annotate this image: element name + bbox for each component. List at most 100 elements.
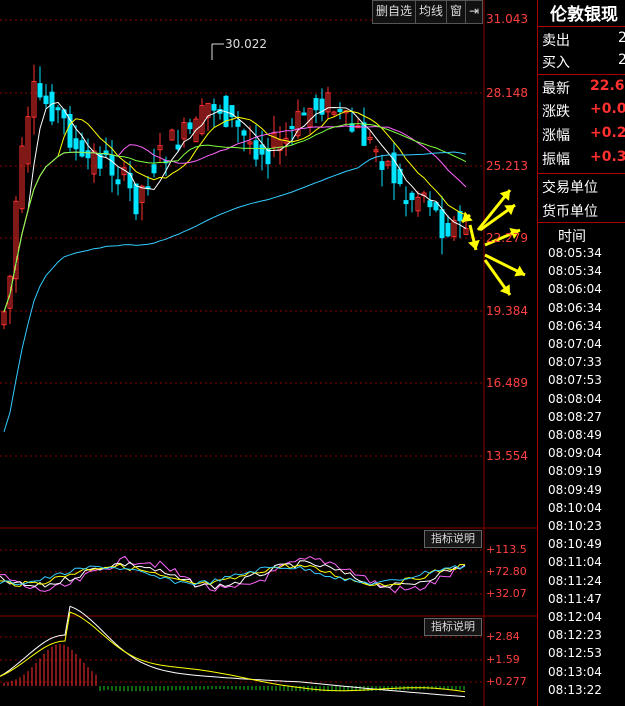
candle-body	[259, 144, 265, 155]
change-row: 涨跌 +0.0	[542, 101, 625, 121]
macd-dea-line	[0, 611, 466, 693]
tick-time: 08:11:47	[548, 591, 602, 606]
candle-body	[391, 152, 397, 184]
tick-time: 08:07:53	[548, 373, 602, 388]
indicator-help-button[interactable]: 指标说明	[424, 530, 482, 548]
price-tick: 13.554	[486, 449, 528, 463]
buy-value: 2	[618, 52, 625, 68]
ma20-line	[3, 125, 467, 312]
chart-toolbar: 删自选 均线 窗 ⇥	[372, 0, 484, 24]
change-label: 涨跌	[542, 104, 570, 120]
price-tick: 28.148	[486, 86, 528, 100]
candle-body	[115, 179, 121, 185]
quote-panel: 伦敦银现 卖出 2 买入 2 最新 22.6 涨跌 +0.0 涨幅 +0.2 振…	[537, 0, 625, 706]
sell-label: 卖出	[542, 33, 570, 49]
candle-body	[151, 164, 157, 174]
currency-unit-label: 货币单位	[542, 204, 598, 220]
tick-time: 08:13:04	[548, 664, 602, 679]
indicator2-tick: +1.59	[486, 653, 520, 666]
tick-time: 08:10:49	[548, 537, 602, 552]
tick-time: 08:07:04	[548, 337, 602, 351]
candle-body	[79, 140, 85, 157]
candle-body	[133, 183, 139, 215]
tick-time: 08:06:34	[548, 300, 602, 315]
buy-label: 买入	[542, 55, 570, 71]
indicator1-tick: +72.80	[486, 565, 527, 578]
candle-body	[187, 122, 193, 130]
sell-value: 2	[618, 30, 625, 46]
candle-body	[289, 126, 295, 130]
ma10-line	[3, 110, 467, 312]
candle-body	[265, 148, 271, 165]
high-price-marker: 30.022	[225, 37, 267, 51]
candle-body	[241, 130, 247, 136]
tick-time: 08:12:23	[548, 628, 602, 643]
kline-chart[interactable]	[0, 0, 537, 706]
divider	[538, 222, 625, 223]
change-value: +0.0	[590, 101, 625, 117]
candle-body	[43, 95, 49, 105]
price-tick: 16.489	[486, 376, 528, 390]
amplitude-label: 振幅	[542, 152, 570, 168]
candle-body	[445, 222, 451, 237]
candle-body	[37, 83, 43, 98]
price-tick: 19.384	[486, 304, 528, 318]
ma5-line	[3, 101, 467, 312]
instrument-title: 伦敦银现	[550, 5, 618, 25]
tick-time: 08:08:49	[548, 428, 602, 442]
window-button[interactable]: 窗	[447, 1, 467, 23]
indicator2-tick: +2.84	[486, 630, 520, 643]
price-tick: 31.043	[486, 12, 528, 26]
tick-time: 08:13:22	[548, 682, 602, 697]
delete-favorite-button[interactable]: 删自选	[373, 1, 417, 23]
buy-row: 买入 2	[542, 52, 625, 72]
tick-time: 08:11:04	[548, 555, 602, 570]
candle-body	[211, 104, 217, 111]
tick-time: 08:09:19	[548, 464, 602, 479]
tick-time: 08:09:49	[548, 482, 602, 497]
tick-time: 08:12:53	[548, 646, 602, 661]
annotation-arrowhead	[462, 211, 473, 222]
latest-value: 22.6	[590, 78, 625, 94]
candle-body	[55, 107, 61, 111]
latest-row: 最新 22.6	[542, 78, 625, 98]
candle-body	[313, 98, 319, 111]
tick-time: 08:10:23	[548, 519, 602, 533]
divider	[538, 26, 625, 27]
latest-label: 最新	[542, 81, 570, 97]
candle-body	[427, 200, 433, 208]
ma-line-button[interactable]: 均线	[416, 1, 448, 23]
tick-time: 08:09:04	[548, 446, 602, 461]
candle-body	[409, 192, 415, 201]
candle-body	[49, 91, 55, 122]
kdj-extra-line	[0, 565, 466, 586]
tick-time: 08:10:04	[548, 500, 602, 515]
ma30-line	[3, 122, 467, 312]
candle-body	[439, 209, 445, 239]
ma60-line	[3, 151, 467, 432]
candle-body	[235, 120, 241, 127]
tick-time: 08:05:34	[548, 246, 602, 260]
candle-body	[109, 155, 115, 176]
candle-body	[175, 144, 181, 150]
candle-body	[85, 150, 91, 159]
change-pct-label: 涨幅	[542, 128, 570, 144]
tick-time: 08:06:04	[548, 282, 602, 297]
change-pct-row: 涨幅 +0.2	[542, 125, 625, 145]
indicator1-tick: +32.07	[486, 587, 527, 600]
indicator2-tick: +0.277	[486, 675, 527, 688]
tick-time: 08:08:27	[548, 409, 602, 424]
macd-dif-line	[0, 605, 466, 698]
window-toggle-icon[interactable]: ⇥	[466, 1, 482, 23]
sell-row: 卖出 2	[542, 30, 625, 50]
candle-body	[337, 109, 343, 113]
tick-time: 08:08:04	[548, 391, 602, 406]
tick-time: 08:07:33	[548, 355, 602, 370]
indicator-help-button[interactable]: 指标说明	[424, 618, 482, 636]
divider	[538, 74, 625, 75]
annotation-arrowhead	[468, 239, 480, 250]
candle-body	[301, 112, 307, 116]
amplitude-row: 振幅 +0.3	[542, 149, 625, 169]
candle-body	[403, 200, 409, 205]
tick-time: 08:11:24	[548, 573, 602, 588]
